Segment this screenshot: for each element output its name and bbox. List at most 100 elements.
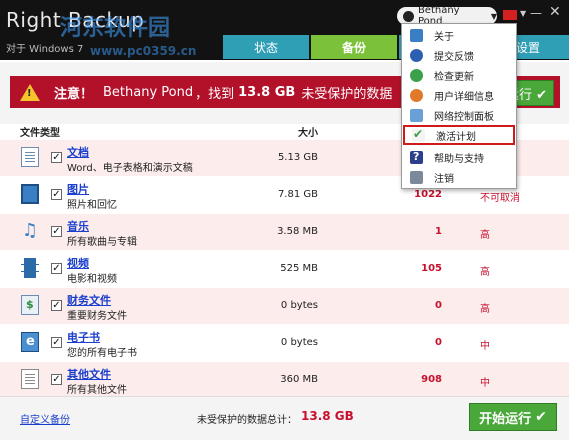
menu-item-label: 检查更新 <box>434 71 474 83</box>
alert-found-text: ，找到 <box>195 86 235 102</box>
table-row[interactable]: ✓ 其他文件 所有其他文件 360 MB 908 中 <box>0 362 569 398</box>
row-description: 重要财务文件 <box>67 311 127 322</box>
row-description: 电影和视频 <box>67 274 117 285</box>
menu-item-label: 网络控制面板 <box>434 111 494 123</box>
row-size: 525 MB <box>280 263 318 274</box>
logout-icon <box>410 170 423 184</box>
table-row[interactable]: ✓ 财务文件 重要财务文件 0 bytes 0 高 <box>0 288 569 324</box>
footer-bar: 自定义备份 未受保护的数据总计： 13.8 GB 开始运行 ✔ <box>0 396 569 440</box>
menu-item-label: 提交反馈 <box>434 51 474 63</box>
alert-size: 13.8 GB <box>238 84 296 100</box>
row-title[interactable]: 音乐 <box>67 218 89 234</box>
menu-item-check-update[interactable]: 检查更新 <box>403 65 515 85</box>
chevron-down-icon: ▼ <box>490 11 497 21</box>
row-size: 360 MB <box>280 374 318 385</box>
app-subtitle: 对于 Windows 7 <box>6 44 84 55</box>
row-count: 0 <box>435 337 442 348</box>
table-row[interactable]: ♫ ✓ 音乐 所有歌曲与专辑 3.58 MB 1 高 <box>0 214 569 250</box>
web-panel-icon <box>410 108 423 122</box>
total-value: 13.8 GB <box>301 409 354 423</box>
tab-status[interactable]: 状态 <box>223 35 309 59</box>
warning-icon: ! <box>20 83 40 101</box>
table-row[interactable]: ✓ 电子书 您的所有电子书 0 bytes 0 中 <box>0 325 569 361</box>
alert-label: 注意！ <box>54 86 94 102</box>
activate-icon <box>412 127 425 142</box>
user-icon <box>403 10 414 22</box>
language-chevron-icon[interactable]: ▼ <box>520 9 526 18</box>
row-description: 您的所有电子书 <box>67 348 137 359</box>
row-title[interactable]: 文档 <box>67 144 89 160</box>
menu-item-label: 关于 <box>434 31 454 43</box>
row-count: 908 <box>421 374 442 385</box>
watermark: 河东软件园 <box>60 16 171 41</box>
column-header-type: 文件类型 <box>20 128 60 139</box>
row-size: 5.13 GB <box>277 152 318 163</box>
row-priority: 高 <box>480 267 490 278</box>
row-checkbox[interactable]: ✓ <box>51 300 62 311</box>
table-row[interactable]: ✓ 视频 电影和视频 525 MB 105 高 <box>0 251 569 287</box>
row-size: 0 bytes <box>280 300 318 311</box>
menu-item-label: 帮助与支持 <box>434 153 484 165</box>
row-title[interactable]: 财务文件 <box>67 292 111 308</box>
row-checkbox[interactable]: ✓ <box>51 337 62 348</box>
row-description: Word、电子表格和演示文稿 <box>67 163 193 174</box>
row-priority: 不可取消 <box>480 193 520 204</box>
minimize-icon[interactable]: — <box>530 6 542 20</box>
tab-backup[interactable]: 备份 <box>311 35 397 59</box>
user-icon <box>410 88 423 102</box>
column-header-size: 大小 <box>298 128 318 139</box>
row-checkbox[interactable]: ✓ <box>51 152 62 163</box>
row-checkbox[interactable]: ✓ <box>51 263 62 274</box>
menu-item-user-details[interactable]: 用户详细信息 <box>403 85 515 105</box>
row-count: 0 <box>435 300 442 311</box>
row-title[interactable]: 电子书 <box>67 329 100 345</box>
menu-item-label: 注销 <box>434 173 454 185</box>
row-title[interactable]: 视频 <box>67 255 89 271</box>
update-icon <box>410 68 423 82</box>
language-flag-icon[interactable] <box>503 10 517 20</box>
user-dropdown-menu: 关于 提交反馈 检查更新 用户详细信息 网络控制面板 激活计划 帮助与支持 注销 <box>401 23 517 189</box>
row-count: 1 <box>435 226 442 237</box>
alert-user: Bethany Pond <box>103 84 194 100</box>
row-size: 3.58 MB <box>277 226 318 237</box>
row-size: 7.81 GB <box>277 189 318 200</box>
row-size: 0 bytes <box>280 337 318 348</box>
row-checkbox[interactable]: ✓ <box>51 374 62 385</box>
menu-item-label: 用户详细信息 <box>434 91 494 103</box>
row-description: 所有歌曲与专辑 <box>67 237 137 248</box>
close-icon[interactable]: ✕ <box>549 4 561 20</box>
menu-item-activate[interactable]: 激活计划 <box>403 125 515 145</box>
row-description: 照片和回忆 <box>67 200 117 211</box>
start-run-button[interactable]: 开始运行 ✔ <box>469 403 557 431</box>
row-count: 1022 <box>414 189 442 200</box>
menu-item-logout[interactable]: 注销 <box>403 167 515 187</box>
row-priority: 高 <box>480 230 490 241</box>
finance-icon <box>21 295 39 315</box>
menu-item-feedback[interactable]: 提交反馈 <box>403 45 515 65</box>
watermark-url: www.pc0359.cn <box>90 44 197 58</box>
checkmark-icon: ✔ <box>535 409 547 425</box>
row-priority: 中 <box>480 341 490 352</box>
alert-tail-text: 未受保护的数据 <box>301 86 393 102</box>
row-description: 所有其他文件 <box>67 385 127 396</box>
total-label: 未受保护的数据总计： <box>197 415 297 426</box>
row-title[interactable]: 图片 <box>67 181 89 197</box>
other-file-icon <box>21 369 39 389</box>
music-icon: ♫ <box>21 220 39 241</box>
menu-item-label: 激活计划 <box>436 131 476 143</box>
start-run-label: 开始运行 <box>479 411 532 427</box>
row-priority: 高 <box>480 304 490 315</box>
ebook-icon <box>21 332 39 352</box>
menu-item-help[interactable]: 帮助与支持 <box>403 147 515 167</box>
document-icon <box>21 147 39 167</box>
custom-backup-link[interactable]: 自定义备份 <box>20 411 70 426</box>
row-count: 105 <box>421 263 442 274</box>
feedback-icon <box>410 48 423 62</box>
row-checkbox[interactable]: ✓ <box>51 226 62 237</box>
menu-item-web-panel[interactable]: 网络控制面板 <box>403 105 515 125</box>
menu-item-about[interactable]: 关于 <box>403 25 515 45</box>
video-icon <box>21 258 39 278</box>
picture-icon <box>21 184 39 204</box>
row-title[interactable]: 其他文件 <box>67 366 111 382</box>
row-checkbox[interactable]: ✓ <box>51 189 62 200</box>
